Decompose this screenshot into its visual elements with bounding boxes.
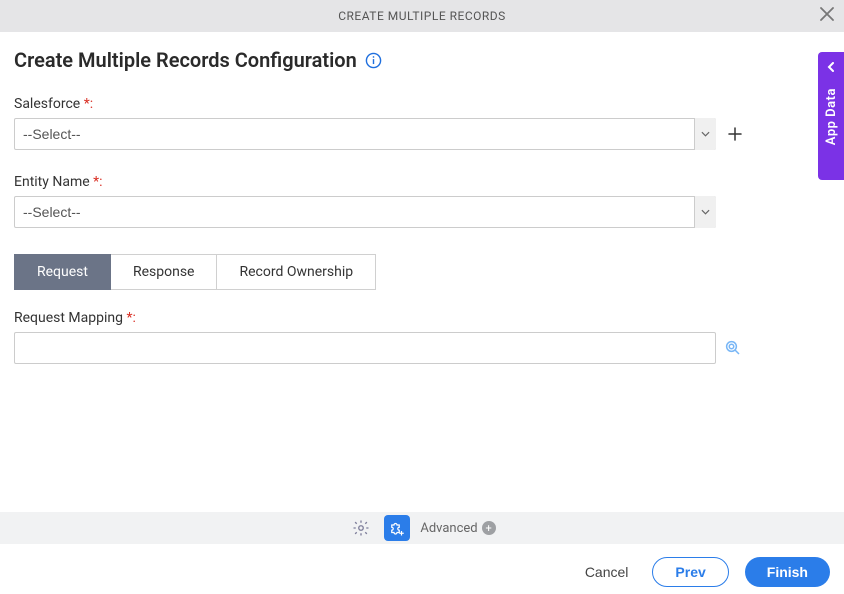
page-title-text: Create Multiple Records Configuration <box>14 48 357 72</box>
required-marker: *: <box>126 310 135 326</box>
plus-circle-icon: + <box>482 521 496 535</box>
salesforce-select[interactable] <box>14 118 716 150</box>
tab-response[interactable]: Response <box>111 254 218 290</box>
bottom-toolbar: Advanced + <box>0 512 844 544</box>
request-mapping-label: Request Mapping *: <box>14 310 830 326</box>
advanced-toggle[interactable]: Advanced + <box>420 521 495 536</box>
dialog-body: Create Multiple Records Configuration Sa… <box>0 32 844 364</box>
request-mapping-input[interactable] <box>14 332 716 364</box>
chevron-left-icon <box>826 60 836 76</box>
tab-request[interactable]: Request <box>14 254 111 290</box>
tabs: Request Response Record Ownership <box>14 254 830 290</box>
chevron-down-icon[interactable] <box>694 118 716 150</box>
prev-button[interactable]: Prev <box>652 557 728 587</box>
entity-label: Entity Name *: <box>14 174 830 190</box>
cancel-button[interactable]: Cancel <box>577 558 637 586</box>
gear-icon[interactable] <box>348 515 374 541</box>
page-title: Create Multiple Records Configuration <box>14 48 830 72</box>
add-salesforce-button[interactable] <box>726 125 744 143</box>
close-icon[interactable] <box>820 7 834 25</box>
salesforce-label: Salesforce *: <box>14 96 830 112</box>
required-marker: *: <box>84 96 93 112</box>
advanced-label-text: Advanced <box>420 521 477 536</box>
entity-field: Entity Name *: <box>14 174 830 228</box>
app-data-label: App Data <box>824 88 839 145</box>
salesforce-select-input[interactable] <box>14 118 716 150</box>
dialog-title: CREATE MULTIPLE RECORDS <box>338 9 506 23</box>
app-data-panel-toggle[interactable]: App Data <box>818 52 844 180</box>
request-mapping-label-text: Request Mapping <box>14 310 123 326</box>
dialog-header: CREATE MULTIPLE RECORDS <box>0 0 844 32</box>
chevron-down-icon[interactable] <box>694 196 716 228</box>
finish-button[interactable]: Finish <box>745 557 830 587</box>
required-marker: *: <box>93 174 102 190</box>
lookup-icon[interactable] <box>724 339 742 357</box>
info-icon[interactable] <box>365 52 382 69</box>
salesforce-label-text: Salesforce <box>14 96 80 112</box>
entity-select-input[interactable] <box>14 196 716 228</box>
tab-record-ownership[interactable]: Record Ownership <box>217 254 376 290</box>
dialog-footer: Cancel Prev Finish <box>0 552 844 592</box>
entity-label-text: Entity Name <box>14 174 90 190</box>
entity-select[interactable] <box>14 196 716 228</box>
puzzle-icon[interactable] <box>384 515 410 541</box>
request-mapping-field: Request Mapping *: <box>14 310 830 364</box>
salesforce-field: Salesforce *: <box>14 96 830 150</box>
